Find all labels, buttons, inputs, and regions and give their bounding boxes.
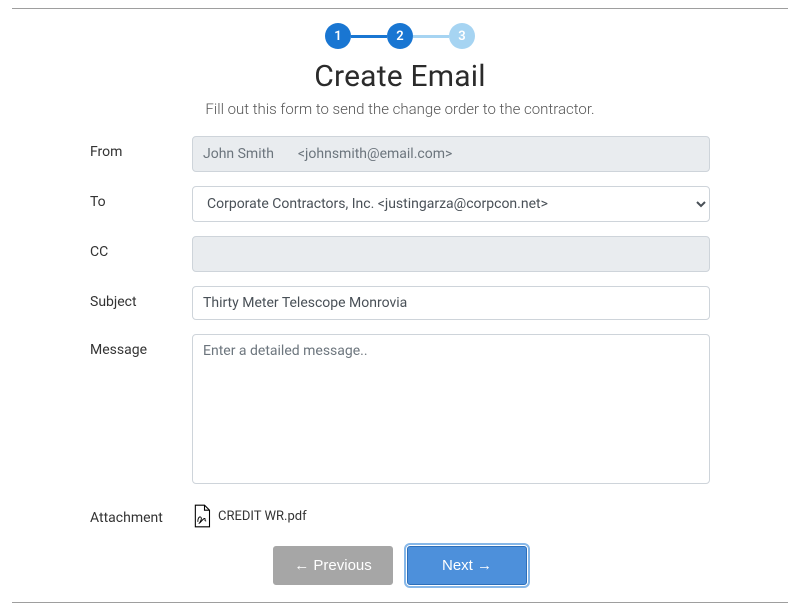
top-divider — [12, 8, 788, 9]
progress-stepper: 1 2 3 — [12, 23, 788, 49]
email-form: From John Smith <johnsmith@email.com> To… — [90, 136, 710, 585]
page-title: Create Email — [12, 59, 788, 94]
step-2: 2 — [387, 23, 413, 49]
label-cc: CC — [90, 236, 180, 260]
cc-field — [192, 236, 710, 272]
row-from: From John Smith <johnsmith@email.com> — [90, 136, 710, 172]
row-subject: Subject — [90, 286, 710, 320]
previous-button[interactable]: ← Previous — [273, 546, 393, 585]
pdf-file-icon — [192, 504, 212, 528]
step-1: 1 — [325, 23, 351, 49]
from-name: John Smith — [203, 146, 274, 162]
label-to: To — [90, 186, 180, 210]
button-bar: ← Previous Next → — [90, 546, 710, 585]
next-button[interactable]: Next → — [407, 546, 527, 585]
label-attachment: Attachment — [90, 502, 180, 526]
label-subject: Subject — [90, 286, 180, 310]
subject-input[interactable] — [192, 286, 710, 320]
row-attachment: Attachment CREDIT WR.pdf — [90, 502, 710, 528]
message-textarea[interactable] — [192, 334, 710, 484]
row-to: To Corporate Contractors, Inc. <justinga… — [90, 186, 710, 222]
to-select[interactable]: Corporate Contractors, Inc. <justingarza… — [192, 186, 710, 222]
step-line-1-2 — [351, 35, 387, 38]
row-cc: CC — [90, 236, 710, 272]
bottom-divider — [12, 602, 788, 603]
page-subtitle: Fill out this form to send the change or… — [12, 100, 788, 118]
step-line-2-3 — [413, 35, 449, 38]
step-3: 3 — [449, 23, 475, 49]
label-from: From — [90, 136, 180, 160]
from-email: <johnsmith@email.com> — [298, 146, 452, 162]
attachment-filename[interactable]: CREDIT WR.pdf — [218, 509, 307, 524]
from-field: John Smith <johnsmith@email.com> — [192, 136, 710, 172]
row-message: Message — [90, 334, 710, 488]
label-message: Message — [90, 334, 180, 358]
